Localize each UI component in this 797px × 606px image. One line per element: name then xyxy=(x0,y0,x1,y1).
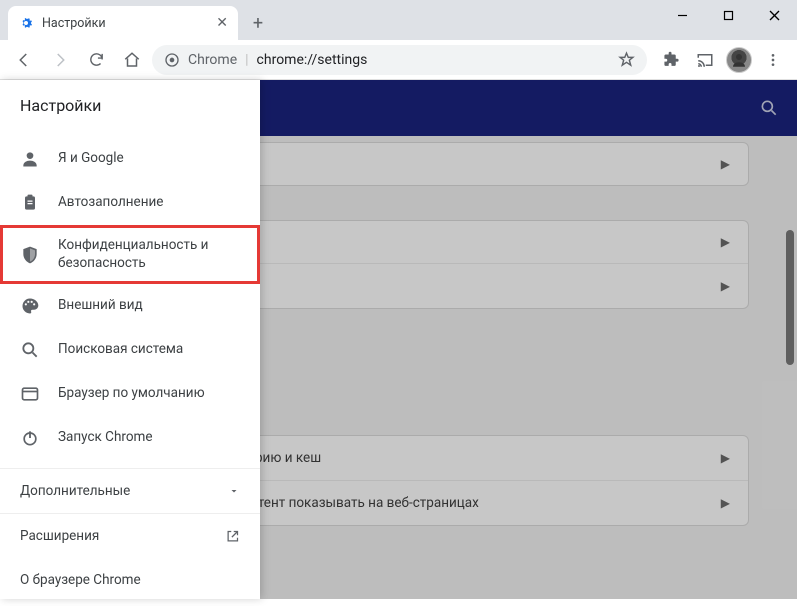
window-controls xyxy=(659,0,797,40)
window-titlebar: Настройки ✕ + xyxy=(0,0,797,40)
sidebar-menu: Я и Google Автозаполнение Конфиденциальн… xyxy=(0,127,260,460)
browser-tab[interactable]: Настройки ✕ xyxy=(8,6,238,40)
chrome-badge-icon xyxy=(164,52,180,68)
sidebar-item-default-browser[interactable]: Браузер по умолчанию xyxy=(0,372,260,416)
tab-title: Настройки xyxy=(42,16,106,31)
address-scheme: Chrome xyxy=(188,52,237,68)
sidebar-item-label: Браузер по умолчанию xyxy=(58,385,205,403)
extensions-label: Расширения xyxy=(20,528,99,544)
open-external-icon xyxy=(225,529,240,544)
sidebar-item-on-startup[interactable]: Запуск Chrome xyxy=(0,416,260,460)
bookmark-star-icon[interactable] xyxy=(618,51,635,68)
sidebar-item-autofill[interactable]: Автозаполнение xyxy=(0,181,260,225)
chevron-down-icon xyxy=(228,485,240,497)
advanced-label: Дополнительные xyxy=(20,483,130,499)
palette-icon xyxy=(20,296,40,316)
sidebar-advanced[interactable]: Дополнительные xyxy=(0,468,260,513)
tab-close-icon[interactable]: ✕ xyxy=(216,15,228,31)
home-button[interactable] xyxy=(116,44,148,76)
sidebar-item-you-and-google[interactable]: Я и Google xyxy=(0,137,260,181)
sidebar-item-label: Поисковая система xyxy=(58,341,183,359)
settings-sidebar: Настройки Я и Google Автозаполнение Конф… xyxy=(0,80,260,599)
address-url: chrome://settings xyxy=(257,52,368,68)
reload-button[interactable] xyxy=(80,44,112,76)
sidebar-item-label: Я и Google xyxy=(58,150,124,168)
address-separator: | xyxy=(245,52,248,68)
avatar-icon xyxy=(726,47,752,73)
sidebar-item-search-engine[interactable]: Поисковая система xyxy=(0,328,260,372)
extensions-icon[interactable] xyxy=(655,44,687,76)
profile-avatar[interactable] xyxy=(723,44,755,76)
close-button[interactable] xyxy=(751,0,797,30)
sidebar-extensions[interactable]: Расширения xyxy=(0,513,260,558)
menu-icon[interactable] xyxy=(757,44,789,76)
sidebar-title: Настройки xyxy=(0,80,260,127)
person-icon xyxy=(20,149,40,169)
clipboard-icon xyxy=(20,193,40,213)
browser-window-icon xyxy=(20,384,40,404)
maximize-button[interactable] xyxy=(705,0,751,30)
settings-favicon xyxy=(18,15,34,31)
about-label: О браузере Chrome xyxy=(20,572,141,588)
address-bar[interactable]: Chrome | chrome://settings xyxy=(152,45,647,75)
sidebar-item-label: Конфиденциальность и безопасность xyxy=(58,237,240,272)
minimize-button[interactable] xyxy=(659,0,705,30)
sidebar-item-privacy-security[interactable]: Конфиденциальность и безопасность xyxy=(0,225,260,284)
sidebar-item-label: Автозаполнение xyxy=(58,194,163,212)
forward-button[interactable] xyxy=(44,44,76,76)
cast-icon[interactable] xyxy=(689,44,721,76)
sidebar-item-label: Запуск Chrome xyxy=(58,429,153,447)
content-area: ▶ ▶ е▶ пасность ые сайтов, очистить исто… xyxy=(0,80,797,599)
browser-toolbar: Chrome | chrome://settings xyxy=(0,40,797,80)
sidebar-item-appearance[interactable]: Внешний вид xyxy=(0,284,260,328)
power-icon xyxy=(20,428,40,448)
search-icon xyxy=(20,340,40,360)
shield-icon xyxy=(20,245,40,265)
back-button[interactable] xyxy=(8,44,40,76)
sidebar-item-label: Внешний вид xyxy=(58,297,143,315)
new-tab-button[interactable]: + xyxy=(244,9,272,37)
